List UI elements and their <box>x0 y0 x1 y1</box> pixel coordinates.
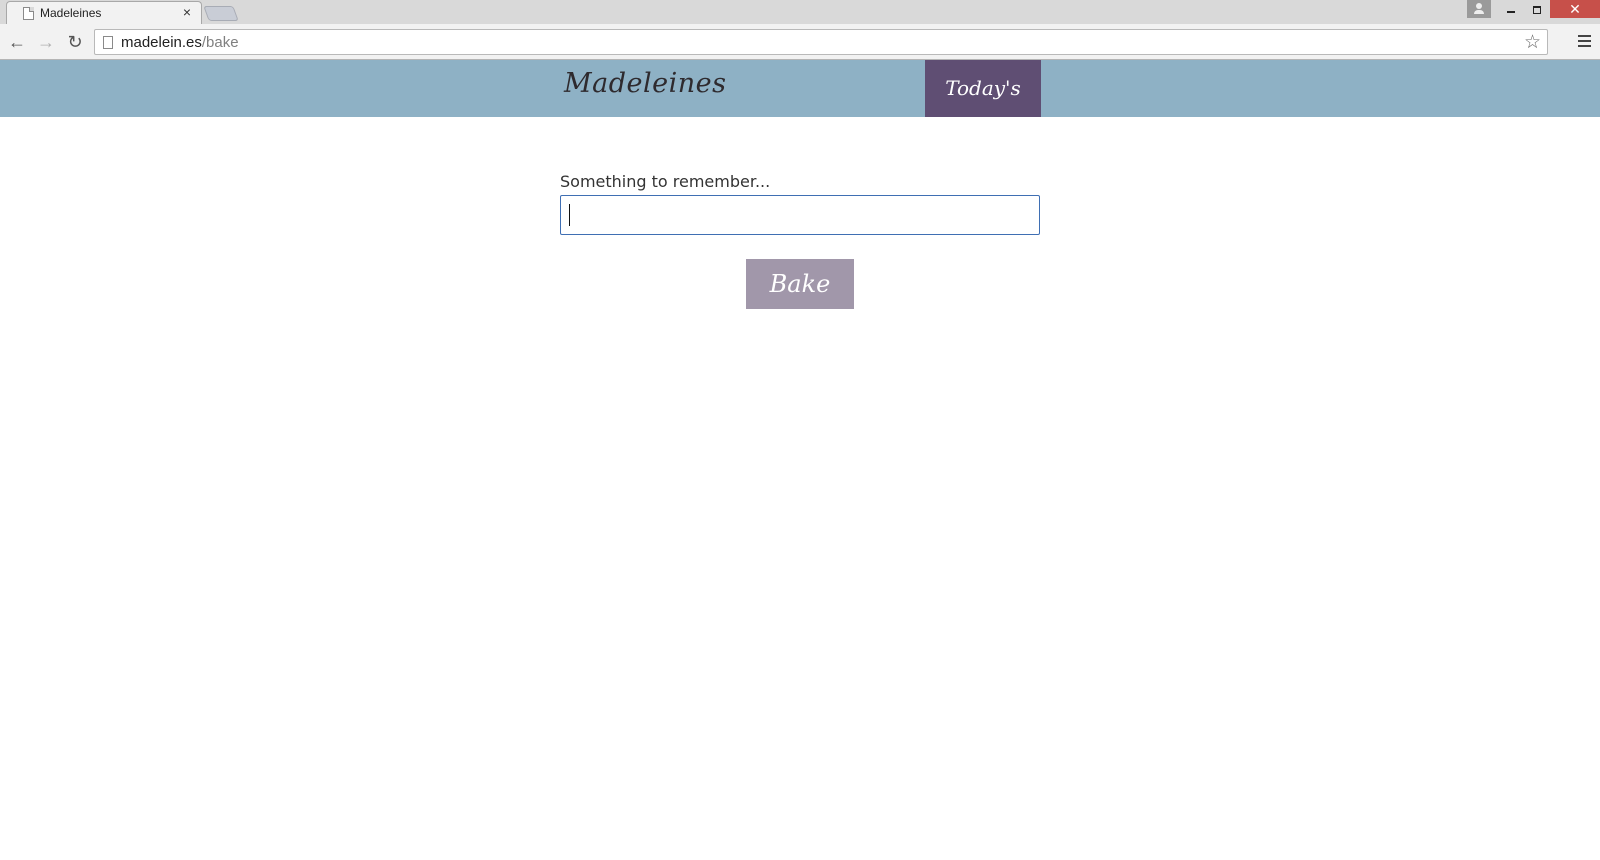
restore-icon <box>1533 5 1541 14</box>
site-logo[interactable]: Madeleines <box>564 68 726 99</box>
bake-button[interactable]: Bake <box>746 259 854 309</box>
page-icon <box>23 7 34 20</box>
url-text: madelein.es/bake <box>121 34 239 51</box>
address-bar[interactable]: madelein.es/bake ☆ <box>94 29 1548 55</box>
minimize-button[interactable] <box>1498 0 1524 18</box>
tab-close-icon[interactable]: × <box>183 5 191 19</box>
memo-field-label: Something to remember... <box>560 172 771 191</box>
minimize-icon <box>1507 10 1515 13</box>
new-tab-button[interactable] <box>203 6 239 21</box>
browser-menu-icon[interactable] <box>1578 35 1591 48</box>
browser-titlebar: Madeleines × ✕ <box>0 0 1600 25</box>
memo-form: Something to remember... <box>560 172 1040 235</box>
tab-title: Madeleines <box>40 6 102 20</box>
memo-input[interactable] <box>560 195 1040 235</box>
reload-icon[interactable]: ↻ <box>65 32 85 52</box>
back-arrow-icon[interactable]: ← <box>7 32 27 52</box>
url-path: /bake <box>201 34 239 51</box>
todays-nav-button[interactable]: Today's <box>925 60 1041 117</box>
browser-tab[interactable]: Madeleines × <box>6 1 202 25</box>
text-caret <box>569 204 570 226</box>
bookmark-star-icon[interactable]: ☆ <box>1524 31 1541 54</box>
restore-button[interactable] <box>1524 0 1550 18</box>
site-header: Madeleines Today's <box>0 60 1600 117</box>
url-host: madelein.es <box>121 34 202 51</box>
forward-arrow-icon[interactable]: → <box>36 32 56 52</box>
browser-toolbar: ← → ↻ madelein.es/bake ☆ <box>0 24 1600 60</box>
user-profile-icon[interactable] <box>1467 0 1491 18</box>
page-icon <box>103 36 113 49</box>
window-close-button[interactable]: ✕ <box>1550 0 1600 18</box>
